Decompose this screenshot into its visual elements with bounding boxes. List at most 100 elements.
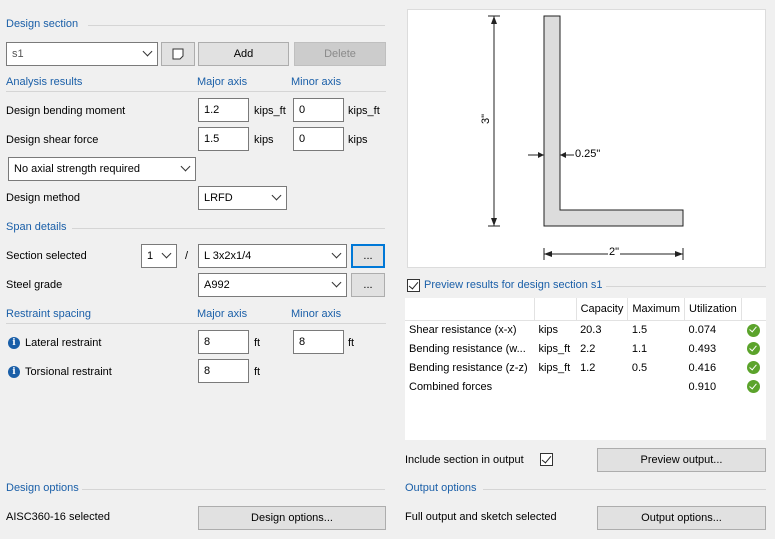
design-method-value: LRFD (204, 192, 233, 204)
rename-section-button[interactable] (161, 42, 195, 66)
row-utilization: 0.074 (688, 323, 717, 336)
table-row: Bending resistance (z-z) kips_ft 1.2 0.5… (405, 358, 766, 377)
column-header (534, 298, 577, 321)
lateral-minor-input[interactable]: 8 (293, 330, 344, 354)
chevron-down-icon (142, 46, 153, 57)
row-capacity: 20.3 (580, 323, 602, 336)
section-count-select[interactable]: 1 (141, 244, 177, 268)
add-section-button[interactable]: Add (198, 42, 289, 66)
moment-major-input[interactable]: 1.2 (198, 98, 249, 122)
browse-section-button[interactable]: ... (351, 244, 385, 268)
row-maximum: 1.5 (631, 323, 648, 336)
design-bending-moment-label: Design bending moment (6, 105, 126, 117)
row-maximum (628, 377, 685, 396)
output-options-button[interactable]: Output options... (597, 506, 766, 530)
torsional-restraint-label: Torsional restraint (25, 366, 112, 378)
output-options-title: Output options (405, 482, 477, 494)
axial-strength-select[interactable]: No axial strength required (8, 157, 196, 181)
row-utilization: 0.493 (688, 342, 717, 355)
angle-section-drawing (488, 15, 684, 260)
output-options-status: Full output and sketch selected (405, 511, 557, 523)
divider (606, 286, 766, 287)
table-header-row: Capacity Maximum Utilization (405, 298, 766, 321)
design-options-button[interactable]: Design options... (198, 506, 386, 530)
row-capacity: 1.2 (580, 361, 596, 374)
check-ok-icon (747, 361, 761, 374)
section-separator: / (185, 250, 189, 262)
row-name: Bending resistance (w... (409, 342, 526, 355)
row-maximum: 0.5 (631, 361, 648, 374)
moment-major-unit: kips_ft (254, 105, 286, 117)
design-section-value: s1 (12, 48, 24, 60)
info-icon[interactable]: i (8, 337, 20, 349)
chevron-down-icon (161, 248, 172, 259)
torsional-major-input[interactable]: 8 (198, 359, 249, 383)
thickness-dimension-label: 0.25" (575, 148, 601, 160)
chevron-down-icon (331, 277, 342, 288)
section-sketch: 3" 0.25" 2" (407, 9, 766, 268)
include-section-checkbox[interactable] (540, 453, 553, 466)
row-unit: kips_ft (538, 361, 571, 374)
preview-output-button[interactable]: Preview output... (597, 448, 766, 472)
browse-grade-button[interactable]: ... (351, 273, 385, 297)
row-maximum: 1.1 (631, 342, 648, 355)
check-ok-icon (747, 380, 761, 393)
column-header (405, 298, 535, 321)
design-section-select[interactable]: s1 (6, 42, 158, 66)
shear-major-input[interactable]: 1.5 (198, 127, 249, 151)
lateral-major-input[interactable]: 8 (198, 330, 249, 354)
section-shape-value: L 3x2x1/4 (204, 250, 252, 262)
moment-minor-unit: kips_ft (348, 105, 380, 117)
column-header-utilization: Utilization (684, 298, 742, 321)
steel-grade-value: A992 (204, 279, 230, 291)
chevron-down-icon (180, 161, 191, 172)
steel-grade-label: Steel grade (6, 279, 63, 291)
design-section-title: Design section (6, 18, 79, 30)
row-name: Shear resistance (x-x) (409, 323, 517, 336)
column-header (741, 298, 766, 321)
table-row: Shear resistance (x-x) kips 20.3 1.5 0.0… (405, 320, 766, 339)
divider (6, 323, 386, 324)
delete-section-button[interactable]: Delete (294, 42, 386, 66)
results-table-panel: Capacity Maximum Utilization Shear resis… (405, 298, 766, 440)
restraint-spacing-title: Restraint spacing (6, 308, 91, 320)
divider (82, 489, 385, 490)
table-row: Combined forces 0.910 (405, 377, 766, 396)
design-method-label: Design method (6, 192, 80, 204)
restraint-minor-axis-header: Minor axis (291, 308, 342, 320)
restraint-major-axis-header: Major axis (197, 308, 248, 320)
design-method-select[interactable]: LRFD (198, 186, 287, 210)
results-table: Capacity Maximum Utilization Shear resis… (405, 298, 766, 396)
height-dimension-label: 3" (480, 113, 493, 125)
divider (6, 91, 386, 92)
divider (483, 489, 766, 490)
shear-minor-input[interactable]: 0 (293, 127, 344, 151)
steel-grade-select[interactable]: A992 (198, 273, 347, 297)
include-section-label: Include section in output (405, 454, 524, 466)
lateral-restraint-label: Lateral restraint (25, 337, 102, 349)
row-capacity (576, 377, 628, 396)
torsional-major-unit: ft (254, 366, 261, 378)
shear-minor-unit: kips (348, 134, 368, 146)
note-icon (172, 48, 184, 60)
check-ok-icon (747, 323, 761, 337)
section-shape-select[interactable]: L 3x2x1/4 (198, 244, 347, 268)
column-header-maximum: Maximum (627, 298, 686, 321)
row-name: Combined forces (409, 380, 493, 393)
major-axis-header: Major axis (197, 76, 248, 88)
preview-results-label: Preview results for design section s1 (424, 279, 603, 291)
row-name: Bending resistance (z-z) (409, 361, 528, 374)
design-shear-force-label: Design shear force (6, 134, 99, 146)
lateral-minor-unit: ft (348, 337, 355, 349)
preview-results-checkbox[interactable] (407, 279, 420, 292)
section-selected-label: Section selected (6, 250, 87, 262)
chevron-down-icon (331, 248, 342, 259)
row-capacity: 2.2 (580, 342, 596, 355)
row-unit: kips (538, 323, 558, 336)
width-dimension-label: 2" (608, 246, 621, 258)
row-unit (534, 377, 576, 396)
span-details-title: Span details (6, 221, 67, 233)
table-row: Bending resistance (w... kips_ft 2.2 1.1… (405, 339, 766, 358)
info-icon[interactable]: i (8, 366, 20, 378)
moment-minor-input[interactable]: 0 (293, 98, 344, 122)
